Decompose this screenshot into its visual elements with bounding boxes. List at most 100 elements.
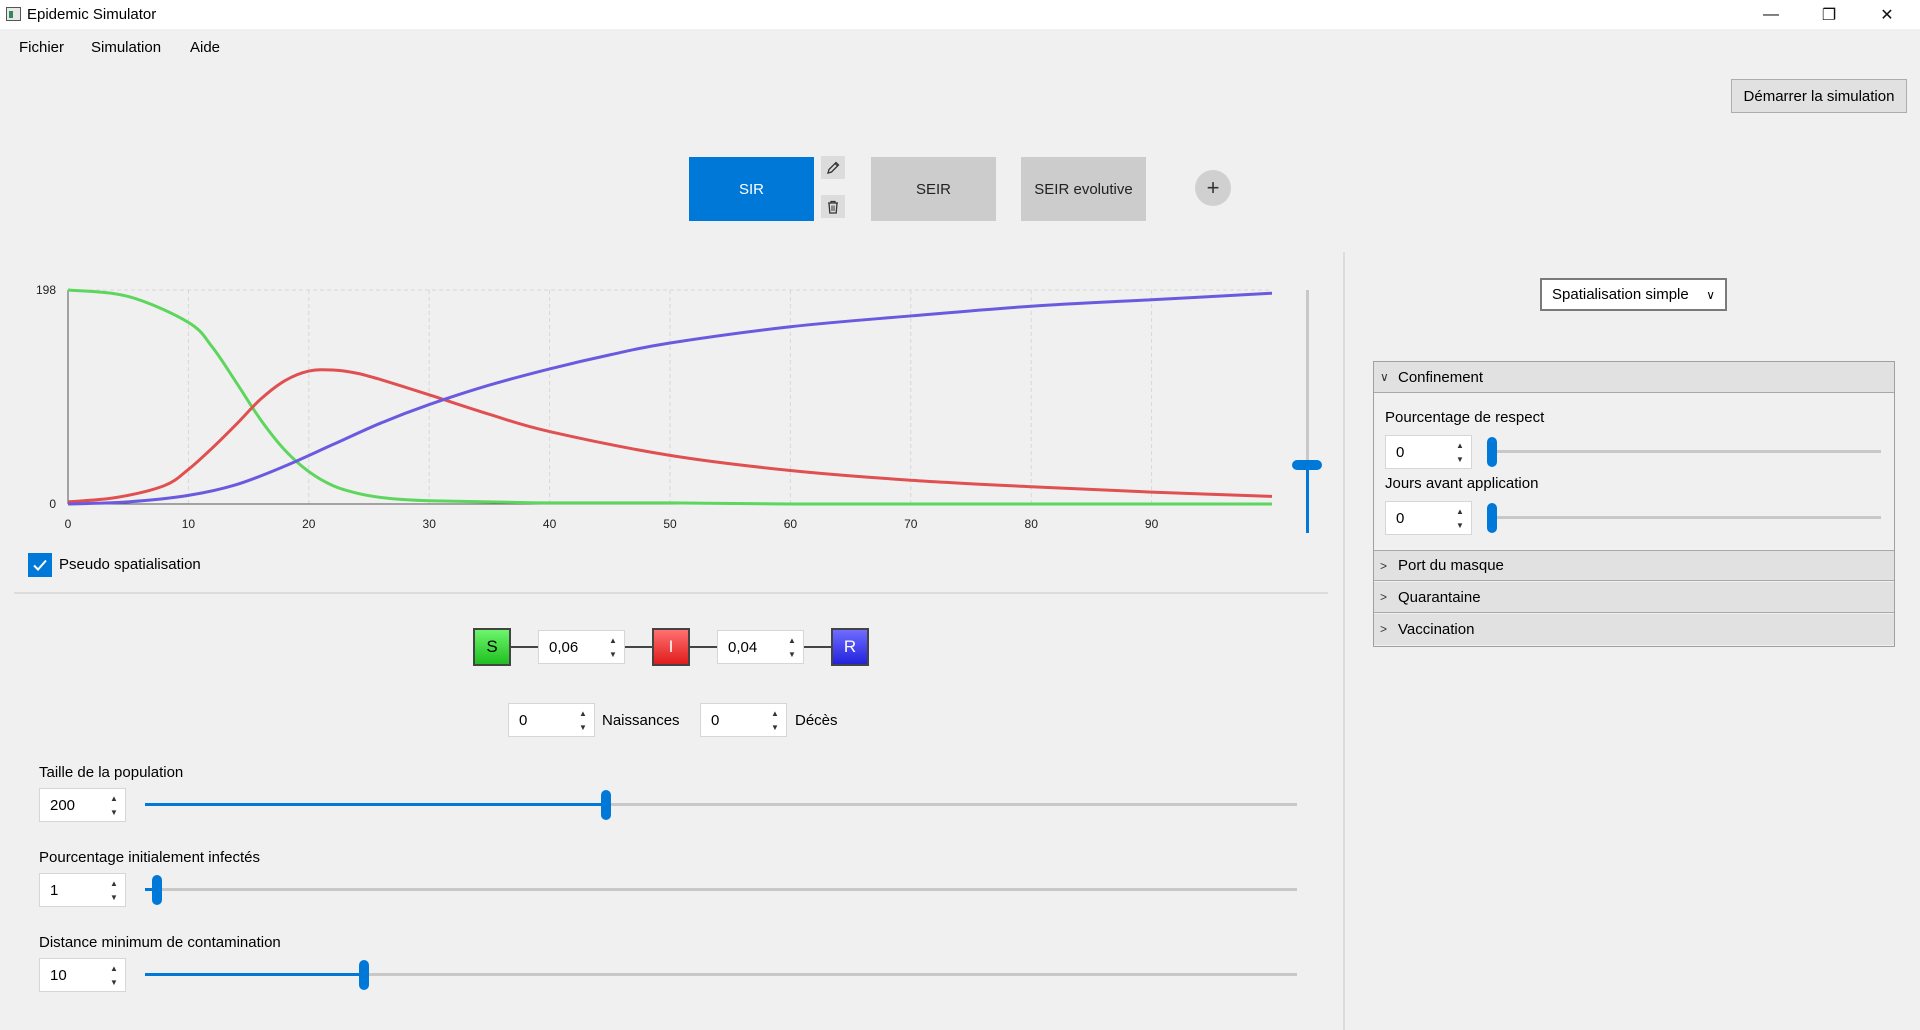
- deaths-spinbox[interactable]: 0 ▲ ▼: [700, 703, 787, 737]
- initial-infected-slider[interactable]: [145, 888, 1297, 891]
- initial-infected-value: 1: [50, 882, 59, 899]
- model-tab-seir-evolutive[interactable]: SEIR evolutive: [1021, 157, 1146, 221]
- maximize-icon[interactable]: ❐: [1800, 0, 1858, 29]
- window-title: Epidemic Simulator: [27, 6, 157, 23]
- respect-percentage-value: 0: [1396, 444, 1405, 461]
- title-bar: Epidemic Simulator — ❐ ✕: [0, 0, 1920, 29]
- section-port-du-masque-label: Port du masque: [1398, 557, 1504, 574]
- respect-percentage-slider[interactable]: [1487, 450, 1881, 453]
- x-tick-label: 90: [1145, 517, 1159, 531]
- days-before-value: 0: [1396, 510, 1405, 527]
- x-tick-label: 20: [302, 517, 316, 531]
- spin-down-icon[interactable]: ▼: [770, 723, 780, 732]
- compartment-link: [511, 646, 538, 648]
- population-size-spinbox[interactable]: 200 ▲ ▼: [39, 788, 126, 822]
- compartment-link: [804, 646, 831, 648]
- deaths-label: Décès: [795, 712, 838, 729]
- births-spinbox[interactable]: 0 ▲ ▼: [508, 703, 595, 737]
- compartment-i[interactable]: I: [652, 628, 690, 666]
- spin-down-icon[interactable]: ▼: [109, 808, 119, 817]
- spin-up-icon[interactable]: ▲: [1455, 507, 1465, 516]
- spin-down-icon[interactable]: ▼: [578, 723, 588, 732]
- spin-up-icon[interactable]: ▲: [109, 964, 119, 973]
- plus-icon: +: [1206, 175, 1220, 200]
- initial-infected-spinbox[interactable]: 1 ▲ ▼: [39, 873, 126, 907]
- chevron-down-icon: ∨: [1706, 288, 1715, 302]
- gamma-rate-value: 0,04: [728, 639, 758, 656]
- births-value: 0: [519, 712, 528, 729]
- respect-percentage-spinbox[interactable]: 0 ▲ ▼: [1385, 435, 1472, 469]
- x-tick-label: 70: [904, 517, 918, 531]
- gamma-rate-spinbox[interactable]: 0,04 ▲ ▼: [717, 630, 804, 664]
- section-port-du-masque[interactable]: > Port du masque: [1374, 550, 1894, 581]
- respect-percentage-label: Pourcentage de respect: [1385, 409, 1545, 426]
- menu-fichier[interactable]: Fichier: [19, 39, 64, 56]
- model-tab-sir[interactable]: SIR: [689, 157, 814, 221]
- spin-up-icon[interactable]: ▲: [109, 794, 119, 803]
- beta-rate-value: 0,06: [549, 639, 579, 656]
- initial-infected-label: Pourcentage initialement infectés: [39, 849, 260, 866]
- menu-aide[interactable]: Aide: [190, 39, 220, 56]
- y-tick-label: 198: [36, 283, 56, 297]
- spin-down-icon[interactable]: ▼: [1455, 455, 1465, 464]
- epidemic-chart: 0 10 20 30 40 50 60 70 80 90 0 198: [36, 283, 1273, 531]
- compartment-r[interactable]: R: [831, 628, 869, 666]
- trash-icon[interactable]: [821, 195, 845, 218]
- section-confinement[interactable]: ∨ Confinement: [1374, 362, 1894, 393]
- beta-rate-spinbox[interactable]: 0,06 ▲ ▼: [538, 630, 625, 664]
- x-tick-label: 10: [182, 517, 196, 531]
- population-size-slider-handle[interactable]: [600, 790, 611, 820]
- spin-up-icon[interactable]: ▲: [578, 709, 588, 718]
- spin-down-icon[interactable]: ▼: [1455, 521, 1465, 530]
- days-before-label: Jours avant application: [1385, 475, 1539, 492]
- section-vaccination[interactable]: > Vaccination: [1374, 614, 1894, 645]
- close-icon[interactable]: ✕: [1858, 0, 1916, 29]
- spin-up-icon[interactable]: ▲: [1455, 441, 1465, 450]
- x-tick-label: 40: [543, 517, 557, 531]
- vertical-divider: [1343, 252, 1345, 1030]
- chart-vertical-slider-fill: [1306, 464, 1309, 533]
- deaths-value: 0: [711, 712, 720, 729]
- respect-percentage-slider-handle[interactable]: [1487, 437, 1497, 467]
- section-quarantaine[interactable]: > Quarantaine: [1374, 582, 1894, 613]
- model-tab-seir[interactable]: SEIR: [871, 157, 996, 221]
- x-tick-label: 50: [663, 517, 677, 531]
- app-icon: [6, 7, 21, 21]
- min-distance-slider-handle[interactable]: [358, 960, 369, 990]
- check-icon: [33, 559, 47, 571]
- x-tick-label: 0: [65, 517, 72, 531]
- pencil-icon[interactable]: [821, 156, 845, 179]
- min-distance-label: Distance minimum de contamination: [39, 934, 281, 951]
- spin-down-icon[interactable]: ▼: [608, 650, 618, 659]
- chevron-right-icon: >: [1380, 590, 1388, 604]
- compartment-s[interactable]: S: [473, 628, 511, 666]
- compartment-link: [690, 646, 717, 648]
- initial-infected-slider-handle[interactable]: [151, 875, 162, 905]
- y-tick-label: 0: [49, 497, 56, 511]
- spin-up-icon[interactable]: ▲: [770, 709, 780, 718]
- pseudo-spatialisation-label[interactable]: Pseudo spatialisation: [59, 556, 201, 573]
- spatialisation-dropdown[interactable]: Spatialisation simple ∨: [1540, 278, 1727, 311]
- start-simulation-button[interactable]: Démarrer la simulation: [1731, 79, 1907, 113]
- section-quarantaine-label: Quarantaine: [1398, 588, 1481, 606]
- spin-up-icon[interactable]: ▲: [608, 636, 618, 645]
- days-before-spinbox[interactable]: 0 ▲ ▼: [1385, 501, 1472, 535]
- chevron-right-icon: >: [1380, 622, 1388, 636]
- spatialisation-selected: Spatialisation simple: [1552, 286, 1689, 303]
- measures-toolbox: ∨ Confinement Pourcentage de respect 0 ▲…: [1373, 361, 1895, 647]
- min-distance-spinbox[interactable]: 10 ▲ ▼: [39, 958, 126, 992]
- pseudo-spatialisation-checkbox[interactable]: [28, 553, 52, 577]
- add-model-button[interactable]: +: [1195, 170, 1231, 206]
- days-before-slider[interactable]: [1487, 516, 1881, 519]
- spin-up-icon[interactable]: ▲: [109, 879, 119, 888]
- minimize-icon[interactable]: —: [1742, 0, 1800, 29]
- days-before-slider-handle[interactable]: [1487, 503, 1497, 533]
- spin-down-icon[interactable]: ▼: [109, 893, 119, 902]
- x-tick-label: 30: [423, 517, 437, 531]
- menu-simulation[interactable]: Simulation: [91, 39, 161, 56]
- spin-up-icon[interactable]: ▲: [787, 636, 797, 645]
- spin-down-icon[interactable]: ▼: [109, 978, 119, 987]
- spin-down-icon[interactable]: ▼: [787, 650, 797, 659]
- births-label: Naissances: [602, 712, 680, 729]
- chart-vertical-slider-handle[interactable]: [1292, 459, 1322, 470]
